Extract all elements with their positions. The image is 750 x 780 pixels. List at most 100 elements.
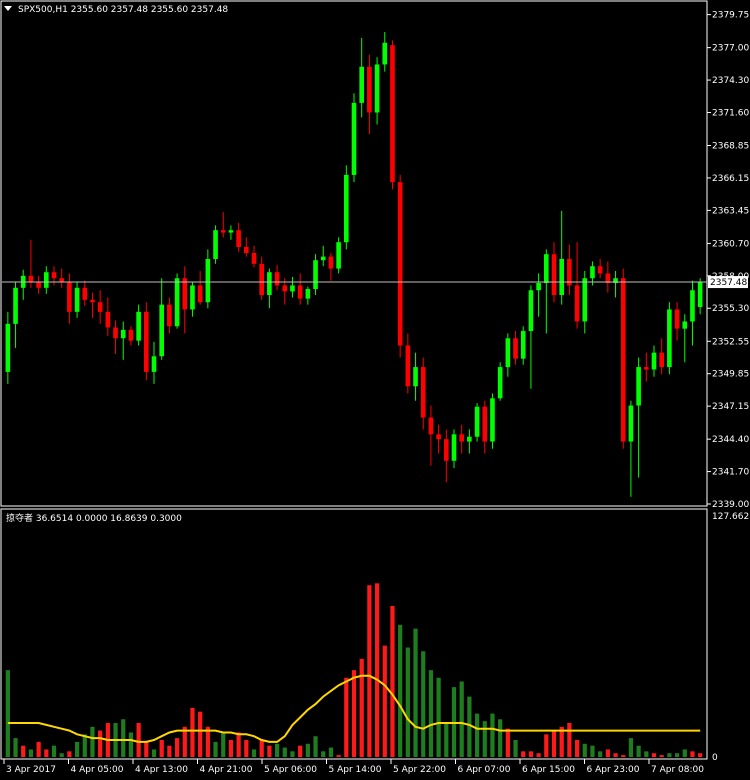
candle-body: [13, 287, 18, 324]
histogram-bar: [51, 745, 57, 757]
candle: [674, 302, 680, 341]
candle: [536, 273, 541, 317]
candle: [551, 242, 557, 303]
candle: [444, 429, 449, 483]
histogram-bar: [374, 583, 380, 757]
candle: [267, 268, 272, 309]
candle: [28, 239, 34, 288]
candle-body: [120, 329, 126, 339]
histogram-bar: [567, 723, 572, 757]
candle-body: [259, 263, 264, 296]
candle-body: [305, 289, 311, 299]
candle-body: [636, 367, 641, 406]
candle: [405, 333, 411, 394]
candle-body: [197, 285, 203, 303]
candle-body: [690, 290, 695, 322]
candle-body: [367, 66, 372, 113]
main-panel-frame: [0, 0, 708, 507]
histogram-bar: [413, 628, 418, 757]
candle-body: [44, 272, 49, 288]
histogram-bar: [82, 734, 87, 757]
candle: [182, 266, 188, 334]
candle: [697, 278, 703, 315]
indicator-y-axis: 127.6628 0: [712, 512, 750, 763]
y-tick-label: 2377.00: [712, 44, 749, 54]
candle: [574, 242, 580, 329]
candle: [436, 424, 441, 454]
histogram-bar: [5, 670, 10, 757]
candle-body: [105, 311, 111, 328]
histogram-bar: [159, 740, 164, 757]
candle-body: [5, 323, 11, 372]
candle-body: [644, 367, 649, 370]
candle-body: [167, 304, 172, 327]
chart-menu-arrow-icon[interactable]: [4, 6, 12, 11]
candle: [5, 311, 11, 384]
candle: [190, 281, 195, 317]
candle-body: [567, 259, 572, 286]
histogram-bar: [13, 738, 18, 757]
histogram-bar: [405, 647, 410, 757]
histogram-bar: [682, 749, 687, 757]
candle-body: [28, 275, 34, 282]
candle: [74, 281, 80, 318]
candle: [20, 269, 26, 300]
candle: [582, 271, 588, 334]
histogram-bar: [136, 723, 141, 757]
histogram-bar: [398, 624, 403, 757]
histogram-bar: [674, 753, 680, 757]
candle: [290, 277, 295, 298]
histogram-bar: [259, 740, 264, 757]
candle: [367, 54, 372, 135]
main-y-axis: 2379.75 2377.00 2374.30 2371.60 2368.85 2366.…: [707, 11, 749, 510]
y-tick-label: 2368.85: [712, 142, 749, 152]
histogram-bar: [151, 749, 157, 757]
histogram-bar: [221, 732, 226, 757]
x-tick-label: 4 Apr 05:00: [71, 765, 124, 775]
candle: [567, 244, 572, 296]
candle-body: [536, 283, 541, 291]
candle: [374, 57, 380, 125]
candle-body: [213, 230, 218, 260]
histogram-bar: [328, 747, 334, 757]
y-tick-label: 2379.75: [712, 11, 749, 21]
candle-body: [551, 254, 557, 296]
candle-body: [251, 252, 257, 264]
candle: [120, 321, 126, 360]
histogram-bar: [213, 741, 218, 757]
candle: [197, 271, 203, 305]
y-tick-label: 2339.00: [712, 500, 749, 510]
candle: [651, 345, 657, 377]
candle-body: [444, 439, 449, 461]
current-price-marker: 2357.48: [2, 276, 748, 289]
histogram-bar: [536, 753, 541, 757]
histogram-bar: [290, 751, 295, 757]
histogram-bar: [574, 740, 580, 757]
candle: [413, 352, 418, 401]
histogram-bar: [359, 658, 364, 757]
candle: [128, 326, 134, 346]
histogram-bar: [382, 645, 387, 757]
x-tick-label: 3 Apr 2017: [6, 765, 56, 775]
histogram-bar: [659, 755, 664, 757]
candle-body: [559, 259, 564, 296]
candle-body: [520, 331, 526, 359]
candle: [428, 405, 434, 466]
candle-body: [667, 309, 672, 368]
candle: [220, 212, 226, 238]
candle-body: [36, 281, 41, 288]
candle-body: [467, 436, 472, 442]
x-tick-label: 6 Apr 15:00: [522, 765, 575, 775]
y-tick-label: 2347.15: [712, 402, 749, 412]
candle: [144, 302, 149, 381]
candle: [597, 259, 603, 279]
candles: [5, 32, 703, 497]
candle-body: [51, 272, 57, 279]
candle-body: [428, 417, 434, 435]
x-tick-label: 7 Apr 08:00: [651, 765, 704, 775]
candle: [228, 225, 234, 240]
histogram-bar: [36, 741, 41, 757]
candle: [305, 286, 311, 305]
x-tick-label: 5 Apr 06:00: [264, 765, 317, 775]
candle: [667, 302, 672, 375]
